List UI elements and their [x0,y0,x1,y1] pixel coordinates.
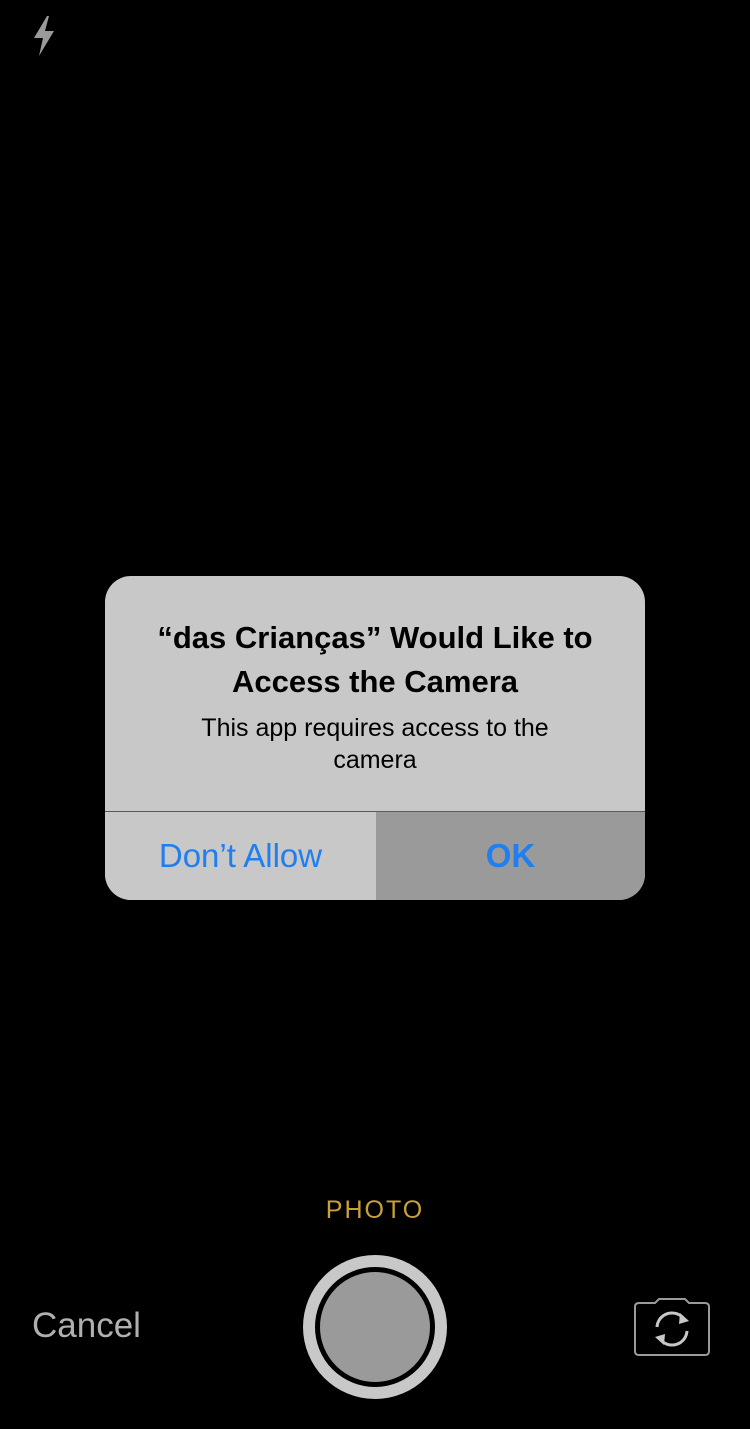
camera-mode-label[interactable]: PHOTO [0,1196,750,1225]
alert-title: “das Crianças” Would Like to Access the … [157,620,593,699]
dont-allow-button[interactable]: Don’t Allow [105,812,376,900]
alert-message: This app requires access to the camera [201,714,549,774]
switch-camera-icon[interactable] [633,1297,711,1357]
shutter-inner [315,1267,435,1387]
flash-icon[interactable] [28,14,60,58]
shutter-button[interactable] [303,1255,447,1399]
alert-actions: Don’t Allow OK [105,811,645,900]
alert-body: “das Crianças” Would Like to Access the … [105,576,645,811]
ok-button[interactable]: OK [376,812,645,900]
camera-permission-alert: “das Crianças” Would Like to Access the … [105,576,645,900]
camera-screen: “das Crianças” Would Like to Access the … [0,0,750,1429]
cancel-button[interactable]: Cancel [32,1306,141,1346]
